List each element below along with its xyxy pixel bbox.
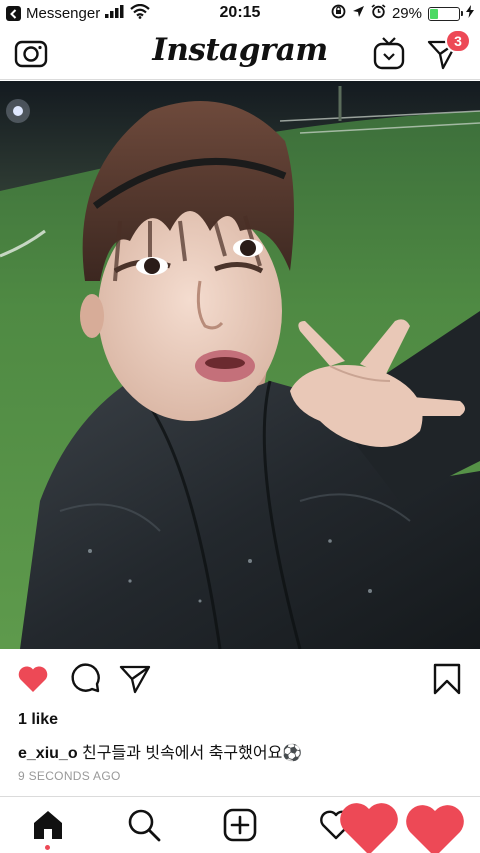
location-icon	[352, 5, 365, 22]
post-timestamp: 9 SECONDS AGO	[18, 769, 121, 783]
instagram-logo: Instagram	[152, 32, 328, 68]
back-app-label: Messenger	[26, 5, 101, 22]
floating-heart-icon	[338, 797, 400, 853]
bookmark-icon	[433, 663, 461, 695]
like-button[interactable]	[16, 662, 50, 696]
home-activity-dot	[45, 845, 50, 850]
share-button[interactable]	[118, 662, 152, 696]
signal-icon	[105, 5, 125, 22]
post-photo-illustration	[0, 81, 480, 649]
save-button[interactable]	[430, 662, 464, 696]
home-icon	[34, 811, 62, 839]
floating-heart-icon	[404, 799, 466, 853]
comment-icon	[71, 663, 100, 693]
camera-icon[interactable]	[14, 38, 48, 68]
caption-text: 친구들과 빗속에서 축구했어요⚽️	[82, 745, 303, 762]
charging-icon	[466, 5, 474, 22]
tab-new-post[interactable]	[222, 807, 258, 843]
post-photo[interactable]	[0, 81, 480, 649]
like-count[interactable]: 1 like	[18, 711, 58, 729]
battery-percent: 29%	[391, 5, 422, 22]
caption-username[interactable]: e_xiu_o	[18, 745, 78, 762]
status-indicators: 29%	[331, 4, 474, 23]
post-caption: e_xiu_o 친구들과 빗속에서 축구했어요⚽️	[18, 739, 302, 763]
battery-icon	[428, 6, 463, 21]
share-icon	[119, 665, 151, 694]
comment-button[interactable]	[68, 662, 102, 696]
app-header: Instagram 3	[0, 28, 480, 80]
tab-search[interactable]	[126, 807, 162, 843]
tab-home[interactable]	[30, 807, 66, 843]
igtv-icon[interactable]	[372, 37, 406, 71]
post-actions	[0, 650, 480, 708]
status-bar: Messenger 20:15 29%	[0, 0, 480, 28]
back-to-app[interactable]: Messenger	[6, 3, 150, 23]
plus-square-icon	[223, 808, 257, 842]
heart-icon	[18, 666, 48, 692]
direct-unread-badge: 3	[445, 29, 471, 53]
alarm-icon	[371, 4, 386, 23]
search-icon	[128, 809, 161, 842]
wifi-icon	[130, 3, 150, 23]
bottom-tab-bar	[0, 796, 480, 853]
back-arrow-icon	[6, 6, 21, 21]
rotation-lock-icon	[331, 4, 346, 23]
